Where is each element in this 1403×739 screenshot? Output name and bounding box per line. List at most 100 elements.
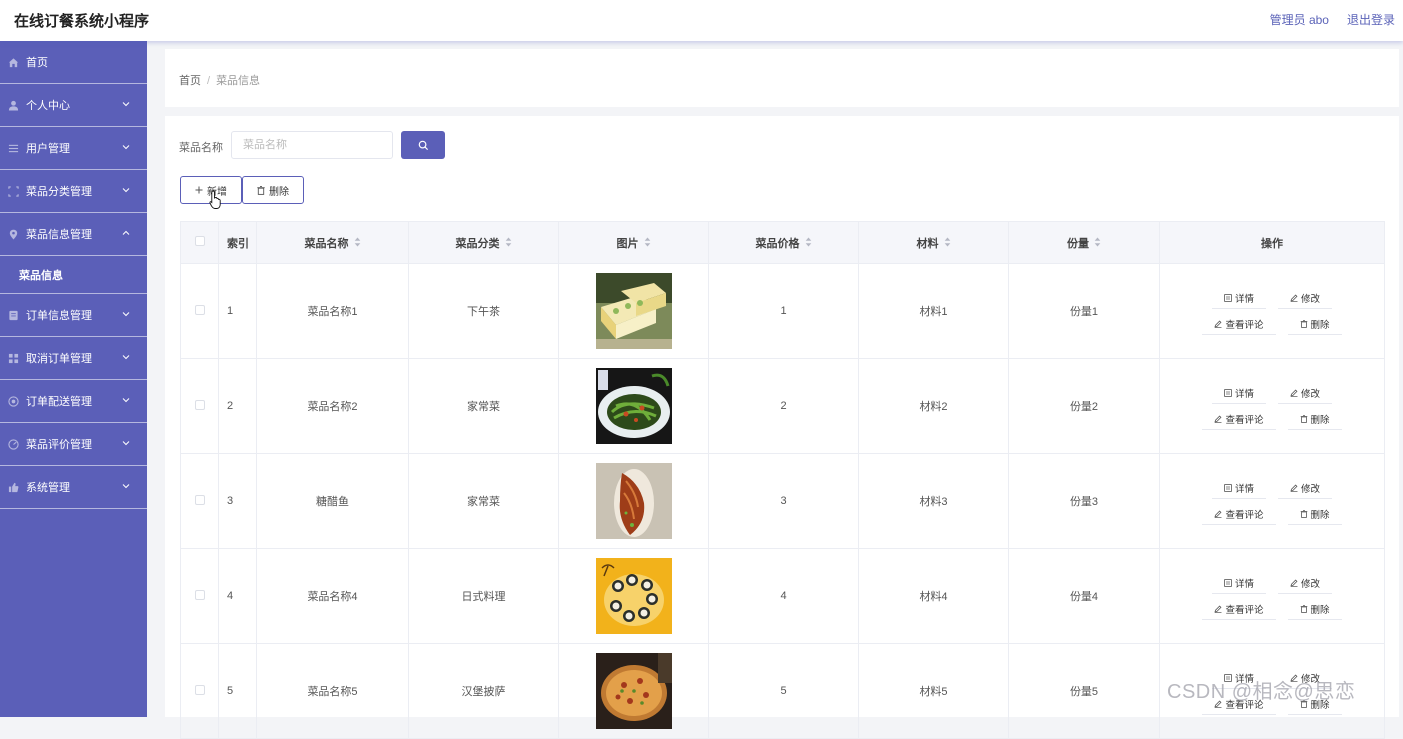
detail-button[interactable]: 详情 [1211,287,1266,309]
row-checkbox[interactable] [194,399,205,410]
row-checkbox[interactable] [194,589,205,600]
sidebar: 首页 个人中心用户管理菜品分类管理 菜品信息管理 菜品信息 订单信息管理 取消订单管理 订单… [0,41,147,717]
user-icon [8,100,19,111]
app-title: 在线订餐系统小程序 [14,13,150,30]
row-actions: 详情 修改 查看评论 删除 [1160,285,1384,337]
comments-button[interactable]: 查看评论 [1202,408,1276,430]
row-checkbox[interactable] [194,684,205,695]
mouse-cursor-icon [209,190,221,209]
cell-material: 材料3 [858,453,1009,549]
cell-image [558,453,709,549]
sort-icon[interactable] [505,237,512,250]
select-all-checkbox[interactable] [194,236,205,246]
edit-button[interactable]: 修改 [1278,382,1333,404]
delete-button-label: 删除 [1310,414,1330,426]
delete-button[interactable]: 删除 [1287,313,1342,335]
table-row: 3 糖醋鱼 家常菜 3 材料3 份量3 详情 修改 查看评论 删除 [180,453,1385,549]
sidebar-item[interactable]: 用户管理 [0,127,147,170]
cell-actions: 详情 修改 查看评论 删除 [1159,263,1385,359]
sidebar-item-label: 用户管理 [26,143,70,155]
cell-image [558,643,709,739]
thumb-icon [8,482,19,493]
header-category[interactable]: 菜品分类 [408,221,559,264]
batch-delete-label: 删除 [269,186,289,198]
cell-category: 家常菜 [408,358,559,454]
edit-button-label: 修改 [1301,388,1321,400]
detail-icon [1224,293,1232,302]
truck-icon [8,395,19,407]
table-header-row: 索引 菜品名称 菜品分类 图片 菜品价格 材料 份量 操作 [180,221,1385,264]
sort-icon[interactable] [944,237,951,250]
search-icon [418,140,428,150]
detail-button[interactable]: 详情 [1211,572,1266,594]
sort-icon[interactable] [354,237,361,250]
cell-price: 5 [708,643,859,739]
delete-button[interactable]: 删除 [1287,408,1342,430]
row-checkbox[interactable] [194,494,205,505]
trash-icon [1300,319,1308,328]
logout-link[interactable]: 退出登录 [1347,11,1395,28]
row-select-cell [180,358,219,454]
header-material[interactable]: 材料 [858,221,1009,264]
search-button[interactable] [401,131,445,159]
dish-image[interactable] [595,558,672,634]
dish-image[interactable] [595,653,672,729]
delete-button-label: 删除 [1310,604,1330,616]
cell-price: 3 [708,453,859,549]
star-icon [8,438,19,450]
sort-icon[interactable] [1094,237,1101,250]
sidebar-item[interactable]: 首页 [0,41,147,84]
detail-button[interactable]: 详情 [1211,477,1266,499]
comments-button[interactable]: 查看评论 [1202,503,1276,525]
sidebar-item[interactable]: 菜品分类管理 [0,170,147,213]
edit-button[interactable]: 修改 [1278,572,1333,594]
edit-button[interactable]: 修改 [1278,287,1333,309]
sidebar-item[interactable]: 菜品信息管理 [0,213,147,256]
cell-index: 4 [218,548,257,644]
chevron-down-icon [121,481,131,491]
detail-button[interactable]: 详情 [1211,382,1266,404]
sidebar-item[interactable]: 个人中心 [0,84,147,127]
dish-image[interactable] [595,368,672,444]
comment-icon [1214,320,1222,328]
admin-user-link[interactable]: 管理员 abo [1270,11,1329,28]
header-image[interactable]: 图片 [558,221,709,264]
sidebar-item[interactable]: 订单配送管理 [0,380,147,423]
cell-portion: 份量1 [1008,263,1160,359]
sidebar-item-label: 菜品评价管理 [26,439,92,451]
header-portion-label: 份量 [1067,237,1089,250]
header-name[interactable]: 菜品名称 [256,221,409,264]
batch-delete-button[interactable]: 删除 [242,176,304,204]
sort-icon[interactable] [644,237,651,250]
delete-button[interactable]: 删除 [1287,598,1342,620]
sidebar-subitem[interactable]: 菜品信息 [0,256,147,294]
detail-button-label: 详情 [1234,388,1254,400]
edit-button[interactable]: 修改 [1278,477,1333,499]
cell-price: 1 [708,263,859,359]
table-row: 2 菜品名称2 家常菜 2 材料2 份量2 详情 修改 查看评论 删除 [180,358,1385,454]
comments-button[interactable]: 查看评论 [1202,313,1276,335]
edit-icon [1290,294,1298,302]
sidebar-item[interactable]: 取消订单管理 [0,337,147,380]
header-portion[interactable]: 份量 [1008,221,1160,264]
sidebar-item[interactable]: 订单信息管理 [0,294,147,337]
cell-name: 菜品名称1 [256,263,409,359]
delete-button-label: 删除 [1310,509,1330,521]
dish-image[interactable] [595,463,672,539]
search-input[interactable] [231,131,393,159]
delete-button[interactable]: 删除 [1287,503,1342,525]
cell-material: 材料1 [858,263,1009,359]
row-select-cell [180,453,219,549]
detail-button-label: 详情 [1234,483,1254,495]
header-price[interactable]: 菜品价格 [708,221,859,264]
breadcrumb-home[interactable]: 首页 [179,75,201,87]
sidebar-item[interactable]: 菜品评价管理 [0,423,147,466]
comment-icon [1214,415,1222,423]
comments-button[interactable]: 查看评论 [1202,598,1276,620]
sort-icon[interactable] [805,237,812,250]
cell-name: 糖醋鱼 [256,453,409,549]
top-bar: 在线订餐系统小程序 管理员 abo 退出登录 [0,0,1403,41]
dish-image[interactable] [595,273,672,349]
row-checkbox[interactable] [194,304,205,315]
sidebar-item[interactable]: 系统管理 [0,466,147,509]
